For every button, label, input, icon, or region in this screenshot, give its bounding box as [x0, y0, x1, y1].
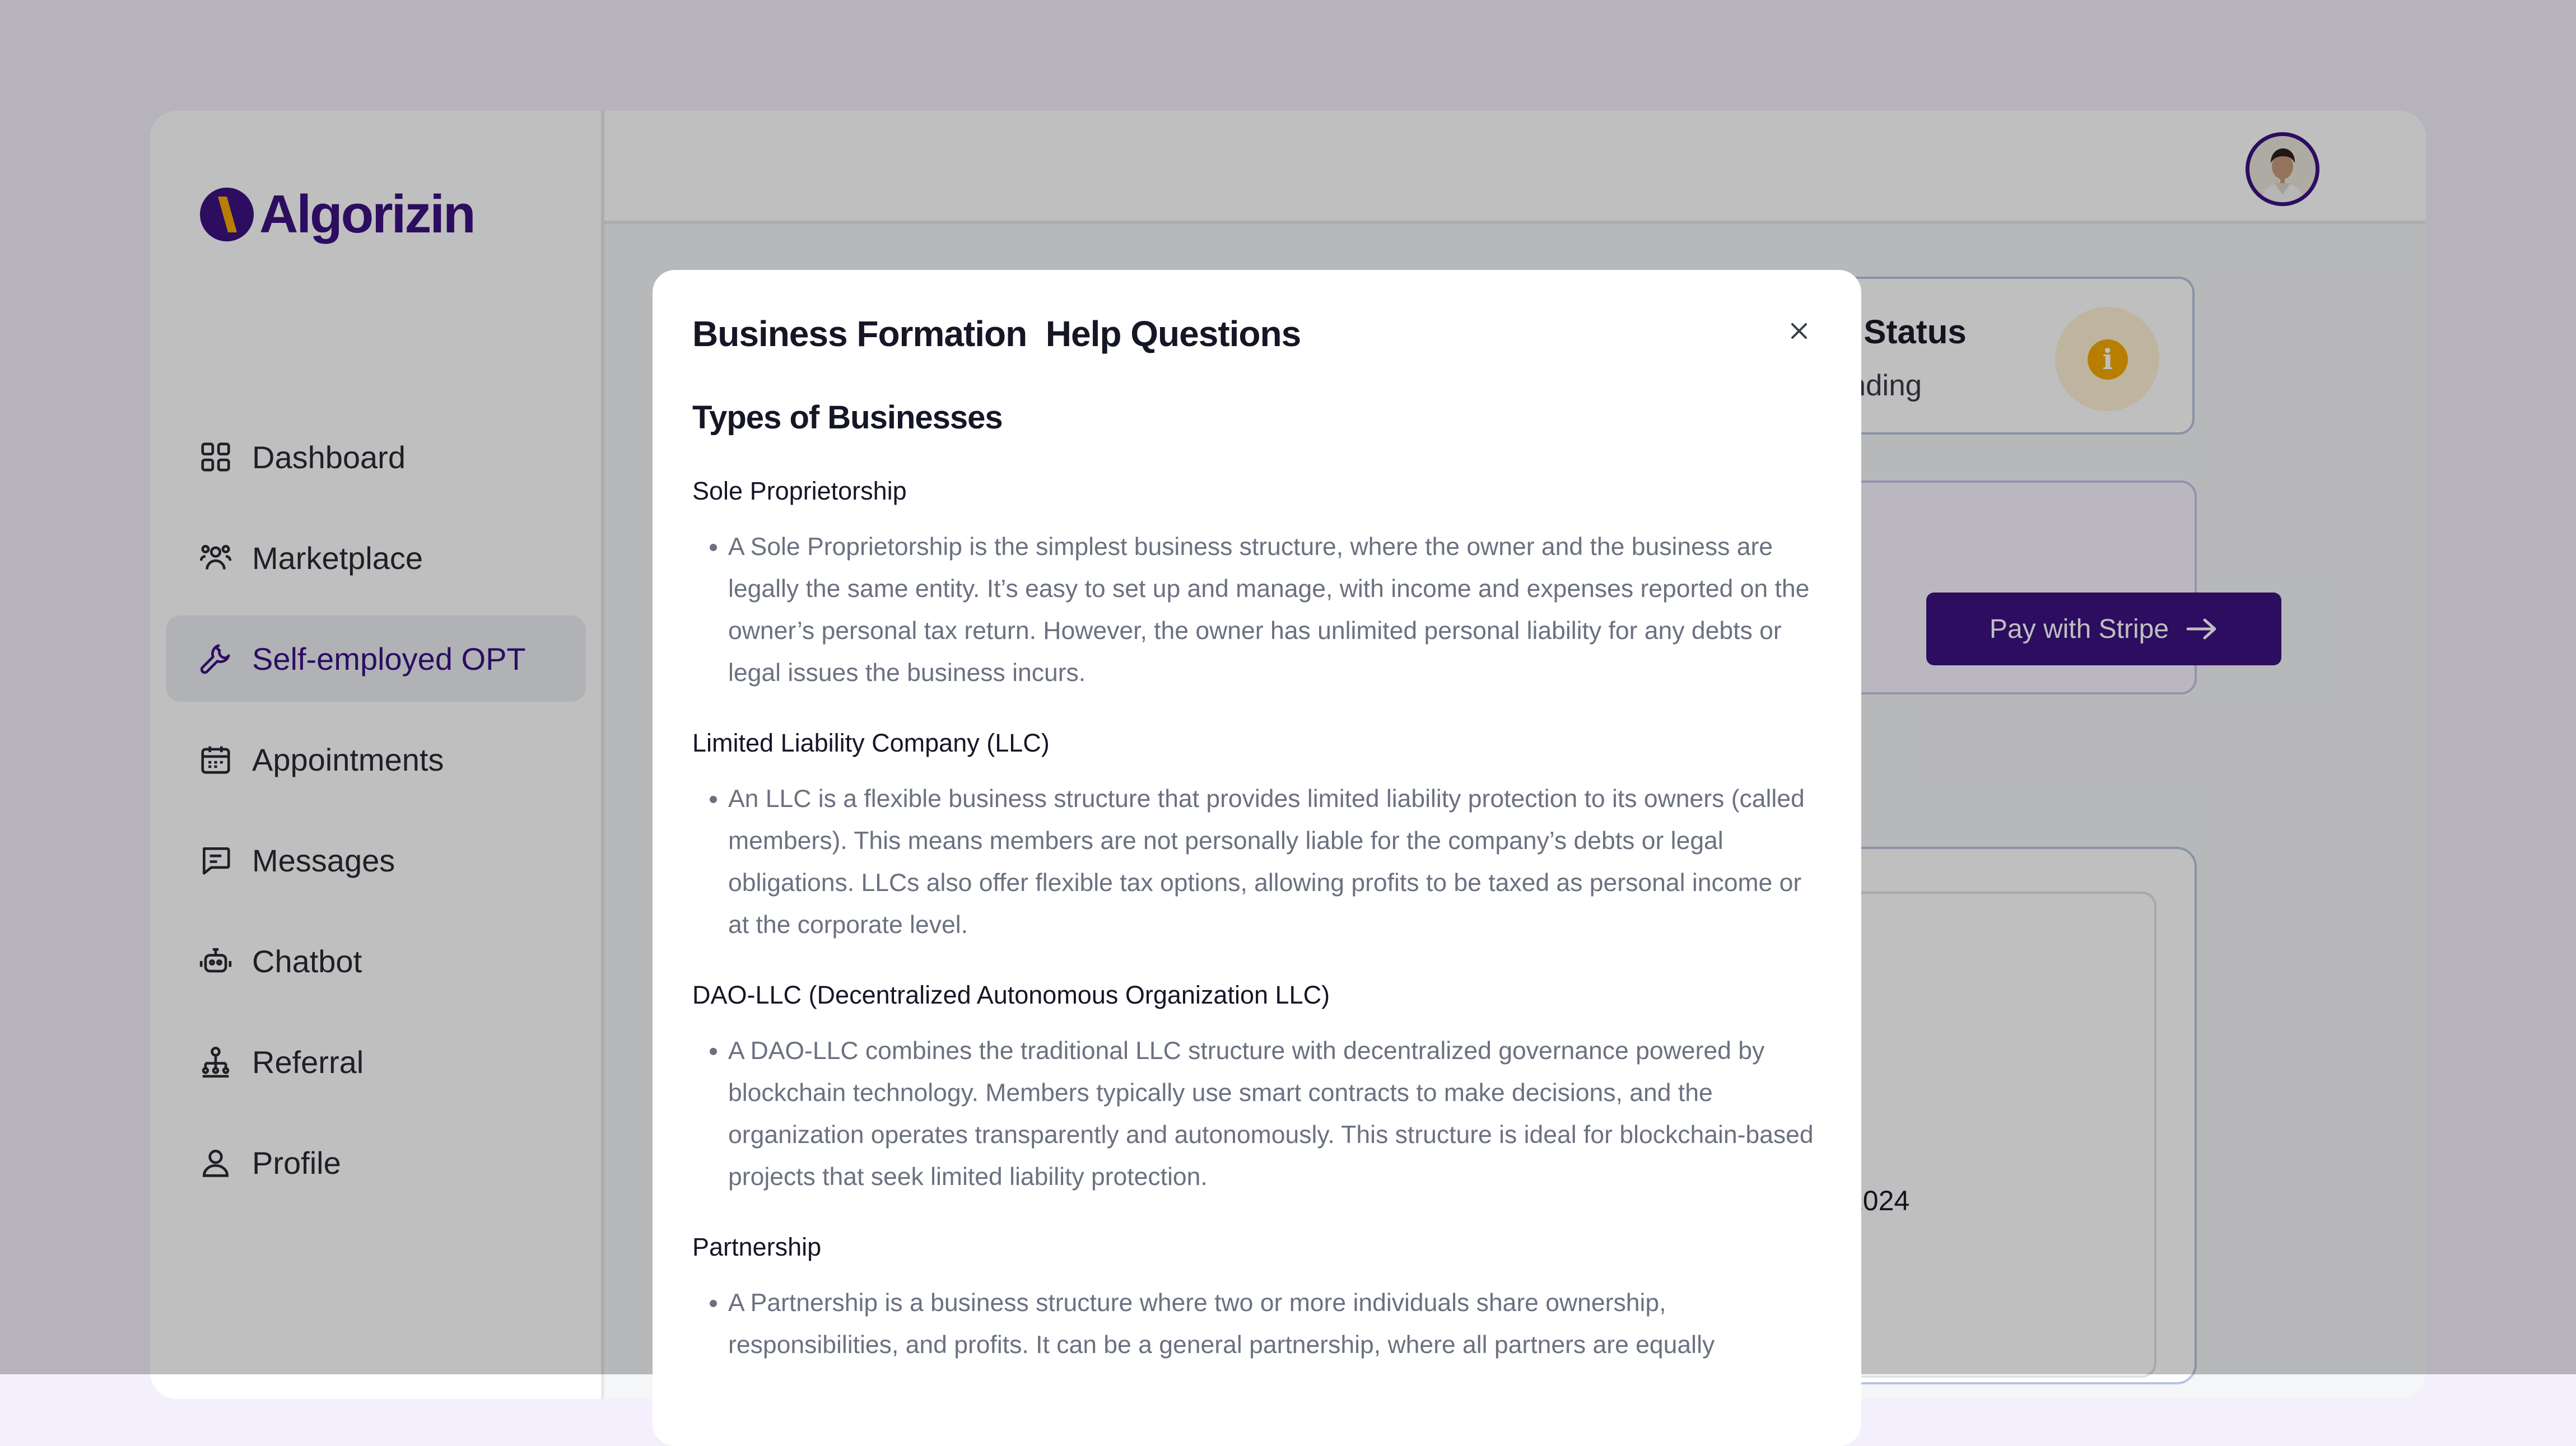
modal-content: Types of Businesses Sole Proprietorship …: [692, 399, 1824, 1401]
business-type-title: Partnership: [692, 1233, 822, 1261]
list-item: A Sole Proprietorship is the simplest bu…: [728, 526, 1824, 694]
business-type-description: A Sole Proprietorship is the simplest bu…: [692, 526, 1824, 694]
business-type-title: Limited Liability Company (LLC): [692, 729, 1050, 757]
close-icon[interactable]: [1785, 317, 1813, 345]
help-questions-modal: Business Formation Help Questions Types …: [653, 270, 1861, 1446]
business-type-description: An LLC is a flexible business structure …: [692, 778, 1824, 946]
list-item: A DAO-LLC combines the traditional LLC s…: [728, 1030, 1824, 1198]
business-type-description: A DAO-LLC combines the traditional LLC s…: [692, 1030, 1824, 1198]
list-item: An LLC is a flexible business structure …: [728, 778, 1824, 946]
business-type-title: Sole Proprietorship: [692, 477, 907, 505]
business-type-description: A Partnership is a business structure wh…: [692, 1282, 1824, 1366]
section-heading: Types of Businesses: [692, 399, 1003, 436]
business-type-title: DAO-LLC (Decentralized Autonomous Organi…: [692, 981, 1330, 1009]
modal-title: Business Formation Help Questions: [692, 314, 1301, 354]
list-item: A Partnership is a business structure wh…: [728, 1282, 1824, 1366]
